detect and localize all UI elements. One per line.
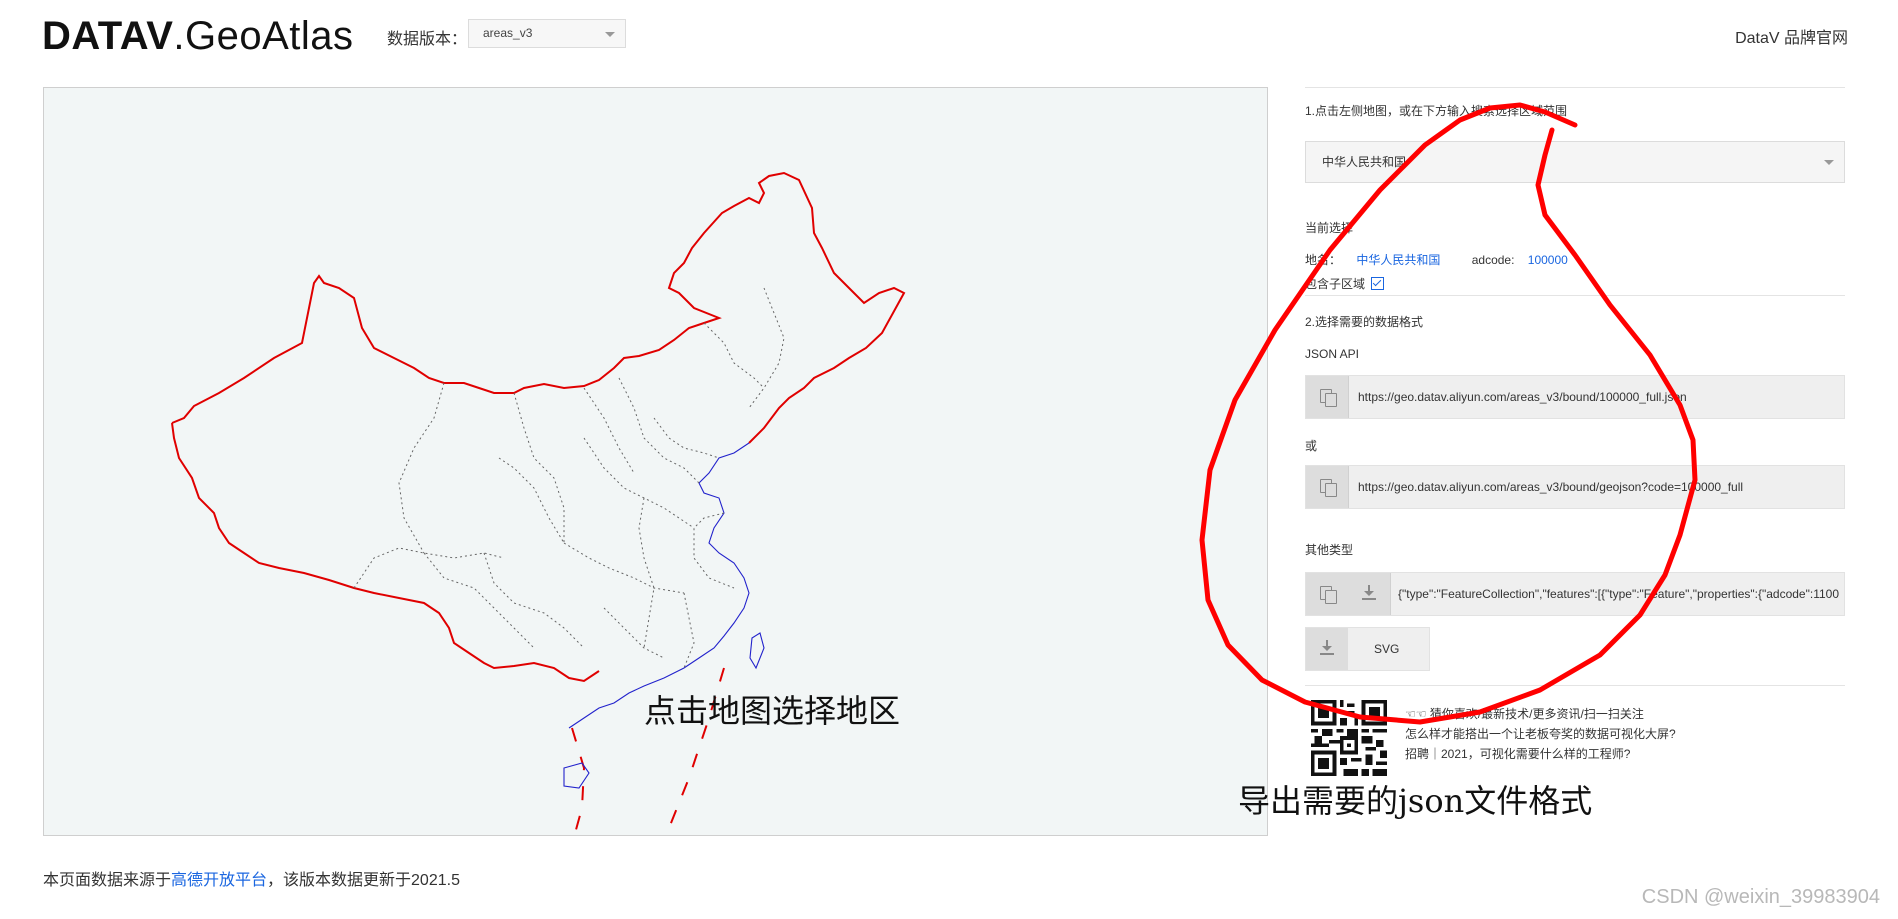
- api-url-box-2[interactable]: https://geo.datav.aliyun.com/areas_v3/bo…: [1305, 465, 1845, 509]
- include-subregion-label: 包含子区域: [1305, 277, 1366, 291]
- adcode-key: adcode:: [1471, 253, 1515, 267]
- southwest-border[interactable]: [171, 422, 600, 683]
- watermark: CSDN @weixin_39983904: [1641, 886, 1880, 908]
- version-value: areas_v3: [483, 26, 533, 40]
- version-select[interactable]: areas_v3: [468, 19, 626, 48]
- hainan-island: [563, 762, 590, 789]
- svg-label: SVG: [1374, 642, 1400, 656]
- promo-link-2[interactable]: 怎么样才能搭出一个让老板夸奖的数据可视化大屏?: [1405, 725, 1676, 742]
- chevron-down-icon: [605, 32, 615, 37]
- api-url-1[interactable]: https://geo.datav.aliyun.com/areas_v3/bo…: [1358, 376, 1838, 418]
- copy-icon: [1320, 586, 1337, 604]
- map-hint: 点击地图选择地区: [644, 692, 901, 730]
- logo[interactable]: DATAV.GeoAtlas: [42, 14, 354, 59]
- json-api-label: JSON API: [1305, 347, 1360, 361]
- source-link[interactable]: 高德开放平台: [171, 872, 267, 889]
- other-types-label: 其他类型: [1305, 543, 1354, 557]
- copy-button[interactable]: [1306, 376, 1349, 418]
- download-button[interactable]: [1348, 573, 1391, 615]
- divider: [1305, 87, 1845, 88]
- region-name-link[interactable]: 中华人民共和国: [1356, 253, 1440, 267]
- svg-download-button[interactable]: SVG: [1305, 627, 1430, 671]
- download-icon: [1362, 585, 1376, 601]
- api-url-box-1[interactable]: https://geo.datav.aliyun.com/areas_v3/bo…: [1305, 375, 1845, 419]
- export-hint: 导出需要的json文件格式: [1238, 782, 1593, 820]
- region-key: 地名：: [1305, 253, 1342, 267]
- region-value: 中华人民共和国: [1322, 155, 1407, 169]
- brand-link[interactable]: DataV 品牌官网: [1735, 24, 1848, 48]
- map-panel[interactable]: 点击地图选择地区: [43, 87, 1268, 836]
- geojson-box[interactable]: {"type":"FeatureCollection","features":[…: [1305, 572, 1845, 616]
- logo-bold: DATAV: [42, 14, 174, 58]
- include-subregion[interactable]: 包含子区域: [1305, 275, 1385, 292]
- region-select[interactable]: 中华人民共和国: [1305, 141, 1845, 183]
- chevron-down-icon: [1824, 160, 1834, 165]
- api-url-2[interactable]: https://geo.datav.aliyun.com/areas_v3/bo…: [1358, 466, 1838, 508]
- footer-prefix: 本页面数据来源于: [43, 872, 172, 889]
- version-label: 数据版本：: [387, 31, 468, 48]
- promo-line-1: ☜☜ 猜你喜欢/最新技术/更多资讯/扫一扫关注: [1405, 707, 1644, 721]
- current-selection-label: 当前选择: [1305, 221, 1354, 235]
- qr-code-icon: [1311, 700, 1387, 776]
- copy-icon: [1320, 479, 1337, 497]
- download-icon: [1320, 640, 1334, 656]
- region-info: 地名： 中华人民共和国 adcode: 100000: [1305, 251, 1568, 268]
- footer-suffix: ，该版本数据更新于2021.5: [267, 872, 460, 889]
- taiwan-island: [749, 632, 765, 670]
- country-border[interactable]: [171, 171, 906, 444]
- step1-label: 1.点击左侧地图，或在下方输入搜索选择区域范围: [1305, 104, 1568, 118]
- copy-icon: [1320, 389, 1337, 407]
- or-label: 或: [1305, 439, 1318, 453]
- copy-button[interactable]: [1306, 466, 1349, 508]
- divider: [1305, 685, 1845, 686]
- include-subregion-checkbox[interactable]: [1371, 277, 1385, 290]
- province-boundaries[interactable]: [353, 287, 785, 669]
- geojson-preview[interactable]: {"type":"FeatureCollection","features":[…: [1398, 573, 1840, 615]
- step2-label: 2.选择需要的数据格式: [1305, 315, 1424, 329]
- footer: 本页面数据来源于高德开放平台，该版本数据更新于2021.5: [43, 866, 460, 890]
- download-button: [1306, 628, 1348, 670]
- divider: [1305, 295, 1845, 296]
- promo-link-3[interactable]: 招聘｜2021，可视化需要什么样的工程师?: [1405, 745, 1630, 762]
- logo-thin: .GeoAtlas: [173, 14, 354, 58]
- adcode-value: 100000: [1527, 253, 1568, 267]
- copy-button[interactable]: [1306, 573, 1349, 615]
